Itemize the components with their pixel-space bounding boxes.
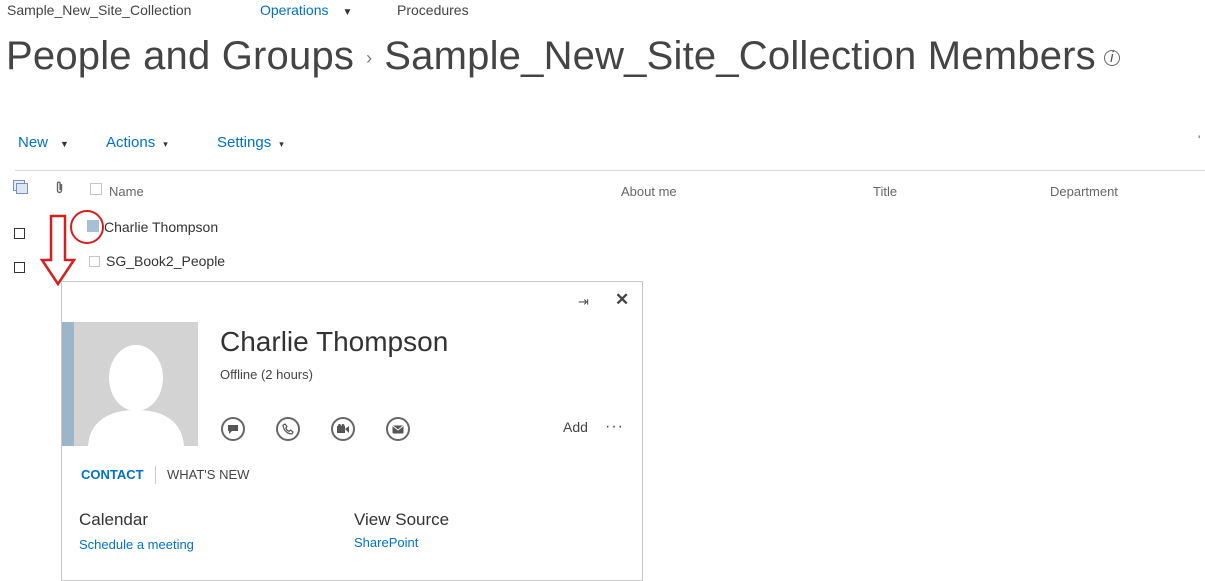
presence-status: Offline (2 hours)	[220, 367, 313, 382]
presence-stripe	[62, 322, 74, 446]
schedule-meeting-link[interactable]: Schedule a meeting	[79, 537, 194, 552]
annotation-arrow-icon	[39, 214, 77, 291]
chat-icon[interactable]	[221, 417, 245, 441]
nav-operations-menu[interactable]: Operations ▼	[260, 2, 352, 18]
chevron-down-icon: ▾	[163, 139, 168, 149]
email-icon[interactable]	[386, 417, 410, 441]
new-label: New	[18, 134, 49, 151]
info-icon[interactable]: i	[1103, 50, 1120, 67]
person-silhouette-icon	[74, 322, 198, 446]
close-icon[interactable]: ✕	[615, 290, 629, 310]
nav-site-link[interactable]: Sample_New_Site_Collection	[7, 2, 191, 18]
new-menu-button[interactable]: New ▼	[18, 134, 69, 151]
chevron-down-icon: ▾	[279, 139, 284, 149]
table-row-name[interactable]: SG_Book2_People	[106, 253, 225, 269]
table-row-name[interactable]: Charlie Thompson	[104, 219, 218, 235]
ellipsis-icon[interactable]: '	[1198, 133, 1200, 147]
view-source-label: View Source	[354, 510, 450, 529]
nav-operations-label: Operations	[260, 2, 329, 18]
page-title: People and Groups › Sample_New_Site_Collec…	[6, 34, 1120, 79]
tab-divider	[155, 466, 156, 484]
calendar-label: Calendar	[79, 510, 148, 529]
column-header-name[interactable]: Name	[109, 184, 144, 199]
column-header-about-me[interactable]: About me	[621, 184, 677, 199]
contact-name: Charlie Thompson	[220, 326, 449, 357]
nav-procedures-link[interactable]: Procedures	[397, 2, 469, 18]
chevron-down-icon: ▼	[60, 139, 69, 149]
breadcrumb-parent[interactable]: People and Groups	[6, 34, 354, 78]
breadcrumb-current: Sample_New_Site_Collection Members	[384, 34, 1096, 78]
phone-icon[interactable]	[276, 417, 300, 441]
tab-whats-new[interactable]: WHAT'S NEW	[167, 467, 249, 482]
chevron-down-icon: ▼	[342, 7, 353, 18]
actions-label: Actions	[106, 134, 156, 151]
sharepoint-link[interactable]: SharePoint	[354, 535, 418, 550]
settings-label: Settings	[217, 134, 272, 151]
video-icon[interactable]	[331, 417, 355, 441]
more-options-icon[interactable]: ···	[605, 418, 624, 436]
select-all-checkbox[interactable]	[90, 183, 102, 195]
item-type-icon	[13, 180, 29, 194]
column-header-department[interactable]: Department	[1050, 184, 1118, 199]
actions-menu-button[interactable]: Actions ▾	[106, 134, 168, 151]
row-select-checkbox[interactable]	[14, 228, 25, 239]
pin-icon[interactable]: ⇥	[578, 294, 589, 310]
column-header-title[interactable]: Title	[873, 184, 897, 199]
breadcrumb-separator-icon: ›	[366, 47, 373, 68]
avatar	[74, 322, 198, 446]
presence-indicator[interactable]	[89, 256, 100, 267]
row-select-checkbox[interactable]	[14, 262, 25, 273]
attachment-icon	[55, 181, 64, 197]
add-contact-button[interactable]: Add	[563, 419, 588, 435]
tab-contact[interactable]: CONTACT	[81, 467, 144, 482]
settings-menu-button[interactable]: Settings ▾	[217, 134, 284, 151]
toolbar-divider	[15, 170, 1205, 171]
